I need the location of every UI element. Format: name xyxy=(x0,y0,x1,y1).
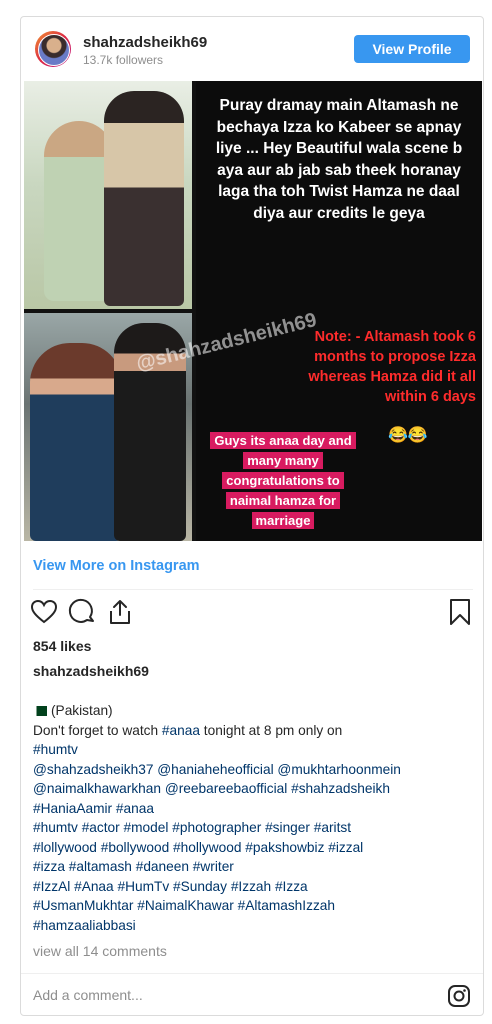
pink-caption: Guys its anaa day and many many congratu… xyxy=(208,431,358,531)
tag-line[interactable]: #humtv xyxy=(33,740,473,760)
tag-line[interactable]: #HaniaAamir #anaa xyxy=(33,799,473,819)
share-icon[interactable] xyxy=(105,597,135,627)
pink-caption-text: Guys its anaa day and many many congratu… xyxy=(210,432,356,529)
tag-line[interactable]: #izza #altamash #daneen #writer xyxy=(33,857,473,877)
action-bar xyxy=(29,597,475,629)
like-count[interactable]: 854 likes xyxy=(33,638,91,654)
instagram-embed-card: shahzadsheikh69 13.7k followers View Pro… xyxy=(20,16,484,1016)
heart-icon[interactable] xyxy=(29,597,59,627)
figure-woman xyxy=(30,343,122,541)
photo-top-left xyxy=(24,81,192,309)
location-text: (Pakistan) xyxy=(51,703,113,718)
caption-owner[interactable]: shahzadsheikh69 xyxy=(33,663,149,679)
tag-line[interactable]: #UsmanMukhtar #NaimalKhawar #AltamashIzz… xyxy=(33,896,473,916)
post-image[interactable]: Puray dramay main Altamash ne bechaya Iz… xyxy=(24,81,482,541)
quote-text: Puray dramay main Altamash ne bechaya Iz… xyxy=(215,97,463,222)
text-panel: Puray dramay main Altamash ne bechaya Iz… xyxy=(196,81,482,541)
avatar[interactable] xyxy=(35,31,71,67)
instagram-icon[interactable] xyxy=(447,984,471,1008)
pakistan-flag-icon xyxy=(33,706,47,716)
follower-count: 13.7k followers xyxy=(83,53,164,67)
view-profile-button[interactable]: View Profile xyxy=(354,35,470,63)
tag-line[interactable]: #lollywood #bollywood #hollywood #paksho… xyxy=(33,838,473,858)
tag-line[interactable]: #humtv #actor #model #photographer #sing… xyxy=(33,818,473,838)
tag-line[interactable]: @shahzadsheikh37 @haniaheheofficial @muk… xyxy=(33,760,473,780)
note-text: Note: - Altamash took 6 months to propos… xyxy=(308,329,476,405)
figure-man xyxy=(104,91,184,306)
caption-line: Don't forget to watch #anaa tonight at 8… xyxy=(33,721,473,741)
caption-line-text: Don't forget to watch xyxy=(33,722,162,738)
tag-line[interactable]: @naimalkhawarkhan @reebareebaofficial #s… xyxy=(33,779,473,799)
comment-icon[interactable] xyxy=(67,597,97,627)
view-more-link[interactable]: View More on Instagram xyxy=(33,558,200,574)
add-comment-input[interactable]: Add a comment... xyxy=(33,987,143,1003)
comment-bar: Add a comment... xyxy=(21,973,483,1018)
avatar-photo xyxy=(38,34,70,66)
bookmark-icon[interactable] xyxy=(445,597,475,627)
username[interactable]: shahzadsheikh69 xyxy=(83,34,207,51)
view-all-comments-link[interactable]: view all 14 comments xyxy=(33,943,167,959)
caption-text: (Pakistan) Don't forget to watch #anaa t… xyxy=(33,701,473,935)
caption-line-text: tonight at 8 pm only on xyxy=(199,722,343,738)
divider xyxy=(33,589,473,590)
tag-line[interactable]: #hamzaaliabbasi xyxy=(33,916,473,936)
tag-line[interactable]: #IzzAl #Anaa #HumTv #Sunday #Izzah #Izza xyxy=(33,877,473,897)
location-line: (Pakistan) xyxy=(33,701,473,721)
hashtag-link[interactable]: #anaa xyxy=(162,723,200,738)
laughing-emoji: 😂😂 xyxy=(388,427,428,444)
post-header: shahzadsheikh69 13.7k followers View Pro… xyxy=(21,17,483,81)
